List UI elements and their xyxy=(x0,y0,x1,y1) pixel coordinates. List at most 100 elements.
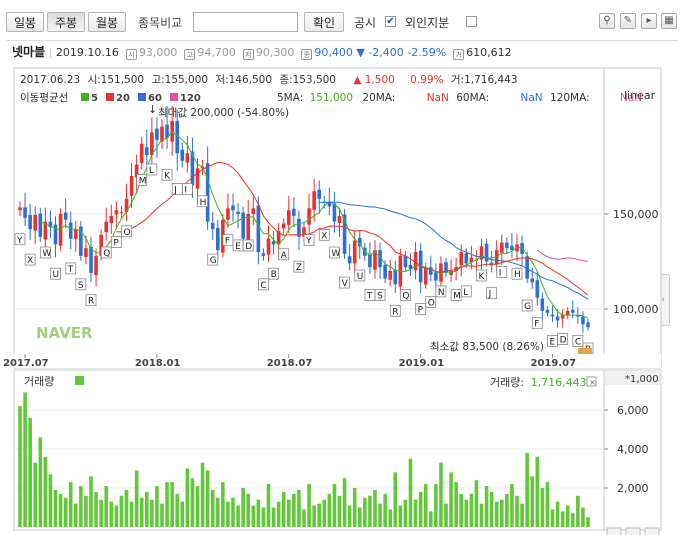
volume-bar xyxy=(403,499,408,527)
pattern-marker-label: I xyxy=(499,268,502,278)
volume-bar xyxy=(185,468,190,527)
volume-bar xyxy=(297,489,301,527)
candle-body xyxy=(63,212,68,220)
candle-body xyxy=(33,214,38,231)
volume-bar xyxy=(261,507,266,527)
candle-body xyxy=(231,205,235,211)
volume-bar xyxy=(155,486,159,527)
candle-body xyxy=(139,143,144,163)
candle-body xyxy=(545,309,550,313)
volume-bar xyxy=(586,517,590,527)
candle-body xyxy=(205,163,210,222)
candle-body xyxy=(434,272,438,281)
stock-chart: YXWUTSRQPOMLKJ IHGFE DCBAZYXWVUT SRQPON M LKJ… xyxy=(3,67,662,535)
volume-bar xyxy=(464,499,469,527)
pattern-marker-label: R xyxy=(392,307,398,317)
volume-bar xyxy=(540,488,545,527)
volume-current-value: 1,716,443 xyxy=(531,376,587,389)
candle-body xyxy=(540,298,545,311)
volume-bar xyxy=(337,495,342,527)
volume-bar xyxy=(210,489,215,527)
volume-bar xyxy=(18,406,22,527)
volume-bar xyxy=(63,497,68,527)
price-tick-label: 100,000 xyxy=(613,303,659,316)
info-date: 2017.06.23 xyxy=(20,74,80,86)
volume-bar xyxy=(190,478,195,527)
date-tick-label: 2018.07 xyxy=(267,358,313,369)
candle-body xyxy=(109,215,114,223)
volume-bar xyxy=(434,484,438,527)
candle-body xyxy=(144,147,149,156)
pattern-marker-label: W xyxy=(331,249,340,259)
ma-legend-title: 이동평균선 xyxy=(20,92,68,104)
volume-bar xyxy=(129,501,134,527)
volume-bar xyxy=(317,503,322,527)
volume-bar xyxy=(388,509,393,527)
zoom-reset-button[interactable] xyxy=(644,527,660,535)
ma-legend-label: 120 xyxy=(180,93,201,104)
pattern-marker-label: Q xyxy=(402,291,409,301)
pattern-marker-label: Q xyxy=(103,249,110,259)
candle-body xyxy=(586,322,590,328)
ma-legend-swatch xyxy=(106,93,114,101)
candle-body xyxy=(332,203,337,222)
volume-tick-label: 6,000 xyxy=(617,404,649,417)
candle-body xyxy=(570,309,575,313)
ma120-label: 120MA: xyxy=(550,92,590,104)
ma-legend-swatch xyxy=(138,93,146,101)
pattern-marker-label: C xyxy=(260,281,266,291)
candle-body xyxy=(581,316,585,325)
volume-bar xyxy=(312,505,316,527)
candle-body xyxy=(246,214,251,242)
volume-bar xyxy=(560,511,565,527)
candle-body xyxy=(383,264,387,279)
volume-bar xyxy=(307,484,311,527)
ma-legend-swatch xyxy=(81,93,89,101)
pattern-marker-label: L xyxy=(149,166,154,176)
pattern-marker-label: O xyxy=(428,298,435,308)
pattern-marker-label: M xyxy=(139,177,147,187)
volume-bar xyxy=(439,462,443,527)
pattern-marker-label: G xyxy=(524,302,531,312)
volume-bar xyxy=(398,505,403,527)
ma-legend-swatch xyxy=(170,93,178,101)
volume-bar xyxy=(114,505,119,527)
pattern-marker-label: I xyxy=(184,185,187,195)
pattern-marker-label: Y xyxy=(305,237,312,247)
volume-bar xyxy=(347,505,352,527)
pattern-marker-label: U xyxy=(53,270,60,280)
zoom-out-button[interactable] xyxy=(625,527,641,535)
candle-body xyxy=(459,252,464,265)
candle-body xyxy=(403,255,408,268)
volume-bar xyxy=(449,472,453,527)
volume-bar xyxy=(226,501,230,527)
volume-bar xyxy=(423,484,428,527)
info-close: 종:153,500 xyxy=(279,74,336,86)
volume-bar xyxy=(581,507,585,527)
max-label: 최대값 200,000 (-54.80%) xyxy=(158,107,289,119)
volume-bar xyxy=(530,476,535,527)
pattern-marker-label: S xyxy=(78,281,84,291)
volume-bar xyxy=(33,462,38,527)
candle-body xyxy=(94,255,98,276)
candle-body xyxy=(185,153,190,163)
candle-body xyxy=(317,189,322,199)
last-price-tag xyxy=(578,348,592,354)
volume-bar xyxy=(175,493,180,527)
candle-body xyxy=(464,253,469,264)
ma20-label: 20MA: xyxy=(362,92,395,104)
volume-bar xyxy=(160,503,164,527)
candle-body xyxy=(261,253,266,256)
volume-bar xyxy=(352,488,357,527)
candle-body xyxy=(226,208,230,220)
pattern-marker-label: U xyxy=(357,272,364,282)
volume-bar xyxy=(79,486,83,527)
volume-bar xyxy=(428,511,433,527)
volume-bar xyxy=(535,456,540,527)
candle-body xyxy=(550,314,555,317)
volume-bar xyxy=(494,501,499,527)
zoom-in-button[interactable] xyxy=(606,527,622,535)
pattern-marker-label: X xyxy=(27,256,33,266)
candle-body xyxy=(337,215,342,223)
candle-body xyxy=(23,207,27,218)
